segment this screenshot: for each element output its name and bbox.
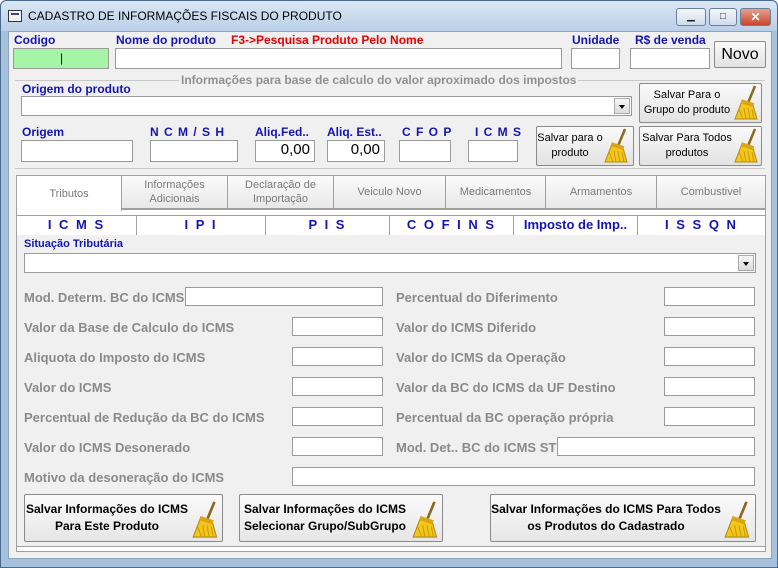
salvar-todos-button[interactable]: Salvar Para Todos produtos <box>639 126 762 166</box>
valor-icms-input[interactable] <box>292 377 383 396</box>
maximize-button[interactable]: □ <box>709 8 737 26</box>
broom-icon <box>411 500 443 540</box>
unidade-input[interactable] <box>571 48 620 69</box>
broom-icon <box>723 500 755 540</box>
salvar-icms-produto-button[interactable]: Salvar Informações do ICMS Para Este Pro… <box>24 494 223 542</box>
valor-icms-label: Valor do ICMS <box>24 380 112 395</box>
situacao-select[interactable] <box>24 253 756 273</box>
chevron-down-icon[interactable] <box>614 98 630 114</box>
salvar-icms-produto-label: Salvar Informações do ICMS Para Este Pro… <box>25 502 189 533</box>
motivo-desoneracao-input[interactable] <box>292 467 755 486</box>
motivo-desoneracao-label: Motivo da desoneração do ICMS <box>24 470 225 485</box>
salvar-grupo-label: Salvar Para o Grupo do produto <box>643 89 731 116</box>
subtab-cofins[interactable]: C O F I N S <box>389 215 514 235</box>
valor-bc-uf-destino-label: Valor da BC do ICMS da UF Destino <box>396 380 616 395</box>
impostos-group-title: Informações para base de calculo do valo… <box>179 73 579 87</box>
ncm-input[interactable] <box>150 140 238 162</box>
aliquota-imposto-label: Aliquota do Imposto do ICMS <box>24 350 206 365</box>
aliq-fed-label: Aliq.Fed.. <box>255 125 309 139</box>
percentual-bc-operacao-input[interactable] <box>664 407 755 426</box>
subtab-icms[interactable]: I C M S <box>16 215 137 235</box>
unidade-label: Unidade <box>572 33 620 47</box>
novo-button[interactable]: Novo <box>714 41 766 68</box>
salvar-icms-grupo-button[interactable]: Salvar Informações do ICMS Selecionar Gr… <box>239 494 443 542</box>
subtab-pis[interactable]: P I S <box>265 215 390 235</box>
icms-label: I C M S <box>475 125 523 139</box>
mod-determ-bc-input[interactable] <box>185 287 383 306</box>
percentual-bc-operacao-label: Percentual da BC operação própria <box>396 410 614 425</box>
valor-desonerado-input[interactable] <box>292 437 383 456</box>
salvar-icms-todos-label: Salvar Informações do ICMS Para Todos os… <box>491 502 721 533</box>
valor-base-calculo-label: Valor da Base de Calculo do ICMS <box>24 320 235 335</box>
valor-bc-uf-destino-input[interactable] <box>664 377 755 396</box>
percentual-reducao-input[interactable] <box>292 407 383 426</box>
search-hint: F3->Pesquisa Produto Pelo Nome <box>231 33 424 47</box>
codigo-input[interactable]: | <box>13 48 109 69</box>
salvar-grupo-button[interactable]: Salvar Para o Grupo do produto <box>639 83 762 123</box>
origem-input[interactable] <box>21 140 133 162</box>
percentual-diferimento-label: Percentual do Diferimento <box>396 290 558 305</box>
window-title: CADASTRO DE INFORMAÇÕES FISCAIS DO PRODU… <box>28 9 342 23</box>
tab-armamentos[interactable]: Armamentos <box>545 175 657 209</box>
ncm-label: N C M / S H <box>150 125 226 139</box>
nome-produto-input[interactable] <box>115 48 562 69</box>
aliquota-imposto-input[interactable] <box>292 347 383 366</box>
title-bar: CADASTRO DE INFORMAÇÕES FISCAIS DO PRODU… <box>1 1 777 31</box>
valor-icms-diferido-label: Valor do ICMS Diferido <box>396 320 537 335</box>
broom-icon <box>733 85 763 121</box>
salvar-produto-label: Salvar para o produto <box>537 132 603 159</box>
subtab-ipi[interactable]: I P I <box>136 215 266 235</box>
tab-tributos[interactable]: Tributos <box>16 175 122 211</box>
venda-label: R$ de venda <box>635 33 706 47</box>
aliq-est-input[interactable]: 0,00 <box>327 140 385 162</box>
salvar-icms-grupo-label: Salvar Informações do ICMS Selecionar Gr… <box>243 502 407 533</box>
origem-label: Origem <box>22 125 65 139</box>
icms-input[interactable] <box>468 140 518 162</box>
origem-produto-select[interactable] <box>21 96 632 116</box>
valor-desonerado-label: Valor do ICMS Desonerado <box>24 440 191 455</box>
subtab-imposto-importacao[interactable]: Imposto de Imp.. <box>513 215 638 235</box>
mod-det-bc-st-input[interactable] <box>557 437 755 456</box>
aliq-est-label: Aliq. Est.. <box>327 125 382 139</box>
salvar-todos-label: Salvar Para Todos produtos <box>642 132 732 159</box>
tab-combustivel[interactable]: Combustivel <box>656 175 766 209</box>
form-client-area: Codigo | Nome do produto F3->Pesquisa Pr… <box>8 31 772 559</box>
percentual-diferimento-input[interactable] <box>664 287 755 306</box>
chevron-down-icon[interactable] <box>738 255 754 271</box>
tab-medicamentos[interactable]: Medicamentos <box>445 175 546 209</box>
situacao-label: Situação Tributária <box>24 238 124 250</box>
origem-produto-label: Origem do produto <box>22 82 131 96</box>
salvar-icms-todos-button[interactable]: Salvar Informações do ICMS Para Todos os… <box>490 494 756 542</box>
tab-informacoes-adicionais[interactable]: Informações Adicionais <box>121 175 228 209</box>
codigo-label: Codigo <box>14 33 56 47</box>
cfop-label: C F O P <box>402 125 453 139</box>
salvar-produto-button[interactable]: Salvar para o produto <box>536 126 634 166</box>
valor-icms-operacao-input[interactable] <box>664 347 755 366</box>
broom-icon <box>733 128 763 164</box>
mod-det-bc-st-label: Mod. Det.. BC do ICMS ST <box>396 440 557 455</box>
valor-base-calculo-input[interactable] <box>292 317 383 336</box>
broom-icon <box>191 500 223 540</box>
broom-icon <box>603 128 633 164</box>
impostos-group-border-bottom <box>15 168 765 169</box>
mod-determ-bc-label: Mod. Determ. BC do ICMS <box>24 290 185 305</box>
aliq-fed-input[interactable]: 0,00 <box>255 140 315 162</box>
close-button[interactable]: ✕ <box>740 8 771 26</box>
valor-icms-operacao-label: Valor do ICMS da Operação <box>396 350 566 365</box>
form-icon <box>8 10 22 22</box>
venda-input[interactable] <box>630 48 710 69</box>
tab-veiculo-novo[interactable]: Veiculo Novo <box>333 175 446 209</box>
main-window: CADASTRO DE INFORMAÇÕES FISCAIS DO PRODU… <box>0 0 778 568</box>
minimize-button[interactable]: ▁ <box>676 8 706 26</box>
cfop-input[interactable] <box>399 140 451 162</box>
tab-declaracao-importacao[interactable]: Declaração de Importação <box>227 175 334 209</box>
valor-icms-diferido-input[interactable] <box>664 317 755 336</box>
subtab-issqn[interactable]: I S S Q N <box>637 215 766 235</box>
percentual-reducao-label: Percentual de Redução da BC do ICMS <box>24 410 265 425</box>
nome-produto-label: Nome do produto <box>116 33 216 47</box>
